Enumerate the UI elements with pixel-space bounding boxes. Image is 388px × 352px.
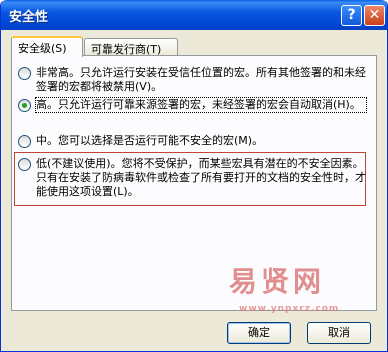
radio-medium[interactable] (18, 135, 31, 148)
radio-high[interactable] (18, 99, 31, 112)
title-bar[interactable]: 安全性 ? ✕ (1, 0, 387, 30)
security-dialog: 安全性 ? ✕ 安全级(S) 可靠发行商(T) 非常高。只允许运行安装在受信任位… (0, 0, 388, 352)
option-very-high[interactable]: 非常高。只允许运行安装在受信任位置的宏。所有其他签署的和未经签署的宏都将被禁用(… (18, 66, 368, 94)
tab-security-level[interactable]: 安全级(S) (11, 36, 83, 57)
option-low-label: 低(不建议使用)。您将不受保护，而某些宏具有潜在的不安全因素。只有在安装了防病毒… (36, 157, 366, 198)
window-title: 安全性 (9, 10, 49, 25)
option-very-high-label: 非常高。只允许运行安装在受信任位置的宏。所有其他签署的和未经签署的宏都将被禁用(… (36, 66, 366, 93)
ok-button[interactable]: 确定 (227, 322, 291, 344)
option-low[interactable]: 低(不建议使用)。您将不受保护，而某些宏具有潜在的不安全因素。只有在安装了防病毒… (18, 157, 368, 201)
tab-trusted-publishers[interactable]: 可靠发行商(T) (84, 38, 178, 56)
option-high-label: 高。只允许运行可靠来源签署的宏，未经签署的宏会自动取消(H)。 (35, 97, 367, 113)
option-high[interactable]: 高。只允许运行可靠来源签署的宏，未经签署的宏会自动取消(H)。 (18, 97, 368, 126)
close-button[interactable]: ✕ (364, 5, 385, 26)
cancel-button[interactable]: 取消 (307, 322, 371, 344)
option-medium[interactable]: 中。您可以选择是否运行可能不安全的宏(M)。 (18, 134, 368, 148)
radio-very-high[interactable] (18, 67, 31, 80)
radio-low[interactable] (18, 158, 31, 171)
watermark-url: www.ynpxrz.com (239, 304, 340, 314)
watermark-logo: 易贤网 (229, 265, 326, 298)
help-button[interactable]: ? (341, 5, 362, 26)
option-medium-label: 中。您可以选择是否运行可能不安全的宏(M)。 (36, 134, 264, 147)
